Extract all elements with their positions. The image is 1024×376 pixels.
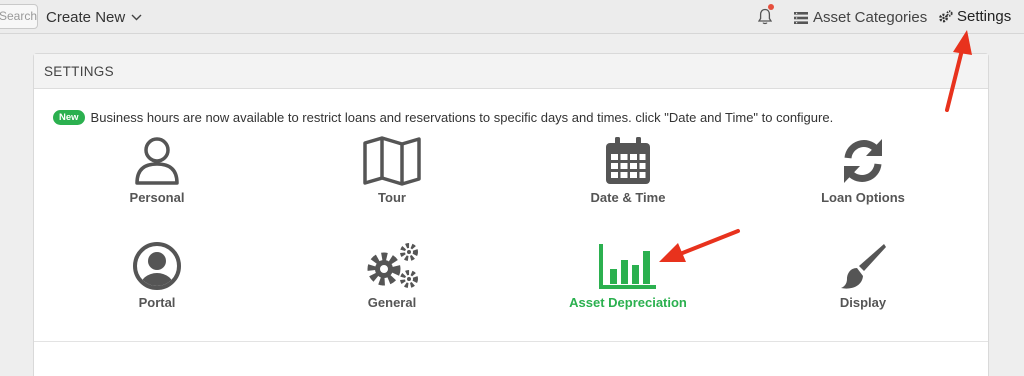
refresh-icon — [844, 139, 882, 183]
tile-personal[interactable]: Personal — [67, 136, 247, 205]
map-icon — [363, 136, 421, 186]
tile-label: Tour — [378, 190, 406, 205]
business-hours-notice: New Business hours are now available to … — [53, 110, 833, 125]
settings-link[interactable]: Settings — [938, 8, 1011, 25]
tile-label: Loan Options — [821, 190, 905, 205]
paint-brush-icon — [841, 244, 886, 289]
tile-label: Personal — [129, 190, 185, 205]
tile-label: Portal — [138, 295, 176, 310]
tile-label: Date & Time — [590, 190, 666, 205]
calendar-icon — [606, 137, 650, 184]
gears-icon — [939, 9, 953, 22]
tile-tour[interactable]: Tour — [302, 136, 482, 205]
new-badge: New — [53, 110, 85, 125]
create-new-menu[interactable]: Create New — [46, 9, 142, 26]
list-icon — [794, 11, 808, 24]
panel-title: SETTINGS — [34, 54, 988, 89]
notice-text: Business hours are now available to rest… — [90, 110, 834, 125]
bell-icon — [758, 8, 772, 25]
tile-display[interactable]: Display — [773, 241, 953, 310]
notifications-bell[interactable] — [758, 4, 774, 26]
settings-panel: SETTINGS New Business hours are now avai… — [33, 53, 989, 376]
asset-categories-label: Asset Categories — [813, 9, 928, 26]
chevron-down-icon — [131, 14, 142, 21]
settings-label: Settings — [957, 8, 1012, 25]
tile-label: Asset Depreciation — [569, 295, 687, 310]
search-input[interactable]: Search — [0, 4, 38, 29]
tile-asset-depreciation[interactable]: Asset Depreciation — [538, 241, 718, 310]
user-icon — [135, 137, 179, 185]
gears-icon — [367, 243, 418, 288]
create-new-label: Create New — [46, 9, 126, 26]
asset-categories-link[interactable]: Asset Categories — [794, 9, 927, 26]
panel-divider — [34, 341, 988, 342]
tile-date-time[interactable]: Date & Time — [538, 136, 718, 205]
notification-dot — [768, 4, 774, 10]
tile-portal[interactable]: Portal — [67, 241, 247, 310]
top-navbar: Search Create New Asset Categories Setti… — [0, 0, 1024, 34]
tile-general[interactable]: General — [302, 241, 482, 310]
user-circle-icon — [133, 242, 181, 290]
tile-label: Display — [839, 295, 887, 310]
bar-chart-icon — [599, 244, 656, 289]
tile-loan-options[interactable]: Loan Options — [773, 136, 953, 205]
tile-label: General — [367, 295, 417, 310]
